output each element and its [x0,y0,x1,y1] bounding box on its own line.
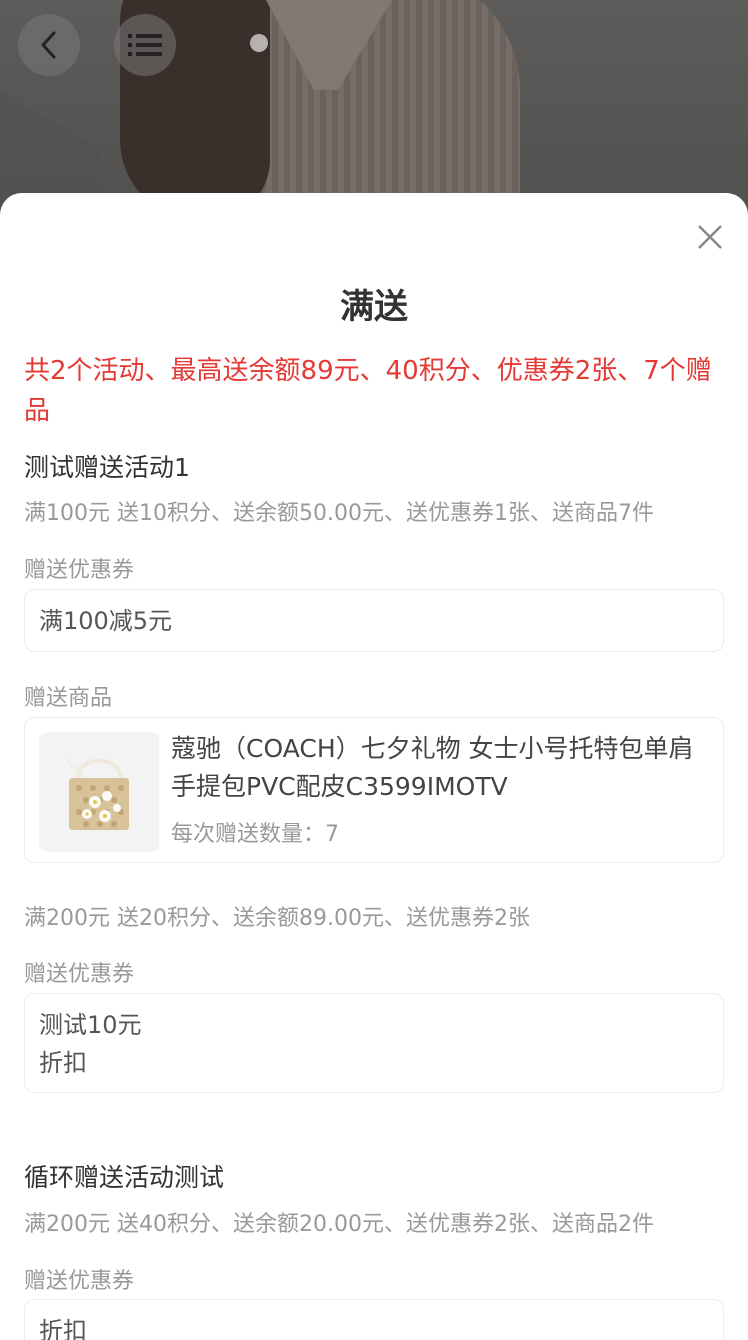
coupon-box: 满100减5元 [24,589,724,652]
sheet-title: 满送 [340,287,408,327]
close-icon [698,225,722,249]
coupon-item: 折扣 [39,1317,87,1340]
back-button[interactable] [18,14,80,76]
product-quantity: 每次赠送数量：7 [171,822,339,847]
coupon-box: 折扣 [24,1299,724,1340]
product-thumbnail [39,732,159,852]
product-label: 赠送商品 [24,686,113,711]
coupon-item: 测试10元 [39,1011,142,1039]
tier-rule: 满200元 送40积分、送余额20.00元、送优惠券2张、送商品2件 [24,1212,654,1237]
gift-product-card[interactable]: 蔻驰（COACH）七夕礼物 女士小号托特包单肩手提包PVC配皮C3599IMOT… [24,717,724,863]
activity-title: 测试赠送活动1 [24,453,190,482]
promotion-summary: 共2个活动、最高送余额89元、40积分、优惠券2张、7个赠品 [24,356,712,426]
tier-rule: 满200元 送20积分、送余额89.00元、送优惠券2张 [24,906,530,931]
tier-rule: 满100元 送10积分、送余额50.00元、送优惠券1张、送商品7件 [24,501,654,526]
tote-bag-icon [66,758,132,830]
close-button[interactable] [694,221,726,253]
coupon-label: 赠送优惠券 [24,1269,135,1294]
coupon-label: 赠送优惠券 [24,558,135,583]
chevron-left-icon [41,31,56,59]
coupon-item: 满100减5元 [39,607,173,635]
menu-button[interactable] [114,14,176,76]
product-name: 蔻驰（COACH）七夕礼物 女士小号托特包单肩手提包PVC配皮C3599IMOT… [171,734,694,801]
activity-title: 循环赠送活动测试 [24,1163,225,1192]
list-icon [128,34,162,56]
coupon-item: 折扣 [39,1049,87,1077]
promotion-sheet: 满送 共2个活动、最高送余额89元、40积分、优惠券2张、7个赠品 测试赠送活动… [0,193,748,1340]
coupon-box: 测试10元 折扣 [24,993,724,1093]
coupon-label: 赠送优惠券 [24,962,135,987]
